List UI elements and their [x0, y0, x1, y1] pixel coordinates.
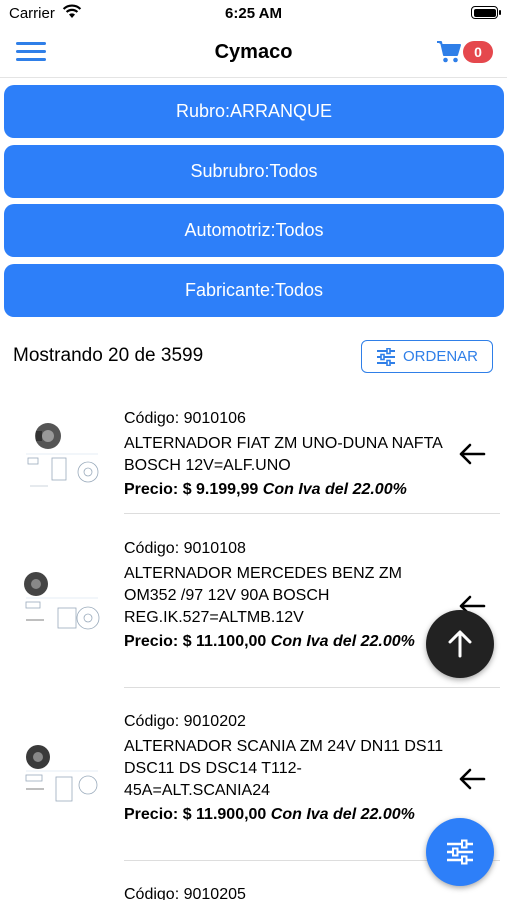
price-value: Precio: $ 11.100,00 [124, 633, 267, 650]
product-name: ALTERNADOR MERCEDES BENZ ZM OM352 /97 12… [124, 565, 402, 626]
tax-note: Con Iva del 22.00% [270, 633, 415, 650]
nav-bar: Cymaco 0 [0, 28, 507, 78]
scroll-top-button[interactable] [426, 610, 494, 678]
product-code: Código: 9010106 [124, 410, 246, 427]
divider [124, 513, 500, 514]
results-count: Mostrando 20 de 3599 [13, 345, 204, 366]
product-name: ALTERNADOR FIAT ZM UNO-DUNA NAFTA BOSCH … [124, 435, 442, 474]
product-name: ALTERNADOR SCANIA ZM 24V DN11 DS11 DSC11… [124, 738, 444, 799]
product-code: Código: 9010202 [124, 713, 246, 730]
price-value: Precio: $ 9.199,99 [124, 481, 259, 498]
sort-button[interactable]: ORDENAR [361, 340, 493, 373]
product-image [22, 741, 102, 817]
page-title: Cymaco [214, 41, 293, 63]
filter-automotriz-button[interactable]: Automotriz:Todos [4, 204, 504, 257]
clock: 6:25 AM [225, 5, 282, 22]
filter-fabricante-button[interactable]: Fabricante:Todos [4, 264, 504, 317]
tax-note: Con Iva del 22.00% [262, 481, 407, 498]
cart-icon[interactable] [436, 40, 462, 69]
sort-label: ORDENAR [403, 348, 479, 365]
product-code: Código: 9010108 [124, 540, 246, 557]
sliders-icon [376, 347, 396, 370]
divider [124, 687, 500, 688]
sliders-icon [447, 839, 473, 865]
product-code: Código: 9010205 [124, 886, 246, 900]
filter-rubro-button[interactable]: Rubro:ARRANQUE [4, 85, 504, 138]
filter-fab-button[interactable] [426, 818, 494, 886]
price-value: Precio: $ 11.900,00 [124, 806, 267, 823]
arrow-left-icon[interactable] [458, 767, 486, 796]
product-image [22, 416, 102, 492]
product-price: Precio: $ 9.199,99 Con Iva del 22.00% [124, 479, 454, 501]
status-bar: Carrier 6:25 AM [0, 0, 507, 28]
tax-note: Con Iva del 22.00% [270, 806, 415, 823]
product-price: Precio: $ 11.100,00 Con Iva del 22.00% [124, 631, 454, 653]
arrow-up-icon [448, 630, 472, 658]
product-price: Precio: $ 11.900,00 Con Iva del 22.00% [124, 804, 454, 826]
cart-count-badge: 0 [463, 41, 493, 63]
filter-subrubro-button[interactable]: Subrubro:Todos [4, 145, 504, 198]
battery-icon [471, 6, 501, 19]
arrow-left-icon[interactable] [458, 442, 486, 471]
product-image [22, 568, 102, 644]
